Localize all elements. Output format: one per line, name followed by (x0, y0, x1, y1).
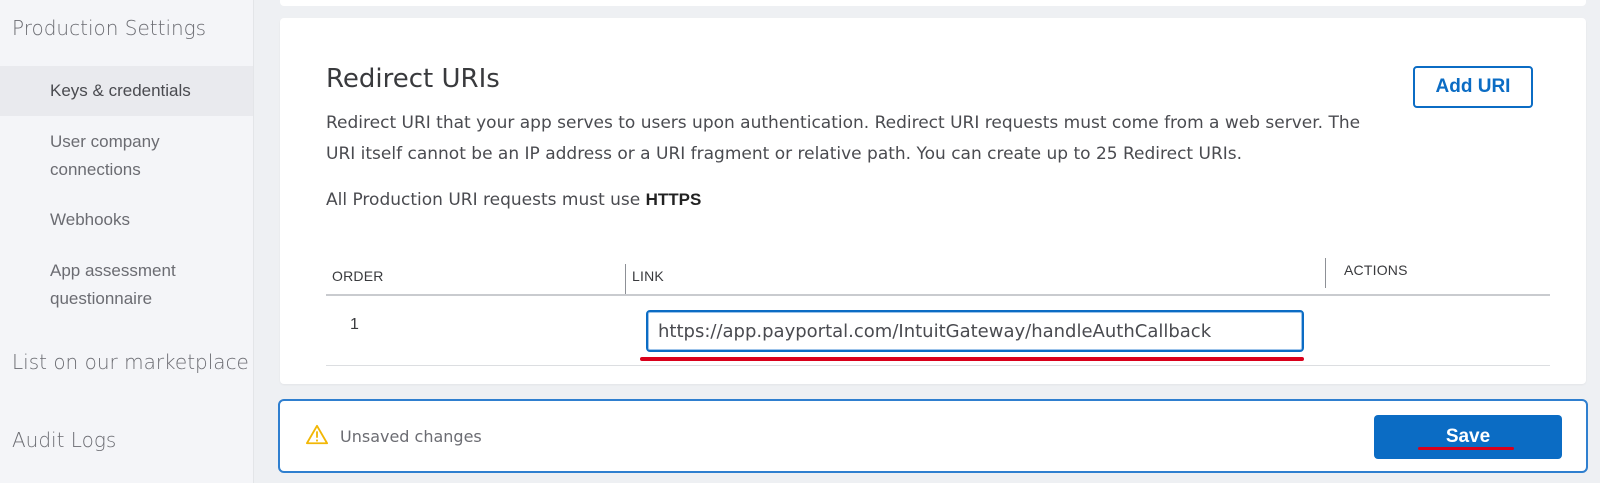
sidebar-item-label: connections (50, 160, 141, 179)
save-button[interactable]: Save (1374, 415, 1562, 459)
description-text: Redirect URI that your app serves to use… (326, 113, 1361, 164)
redirect-uri-table: ORDER LINK ACTIONS 1 (326, 240, 1550, 366)
page-title: Redirect URIs (326, 64, 500, 94)
table-header: ORDER LINK ACTIONS (326, 240, 1550, 296)
sidebar-item-label: App assessment (50, 261, 176, 280)
https-requirement: All Production URI requests must use HTT… (326, 190, 701, 210)
sidebar-item-webhooks[interactable]: Webhooks (0, 206, 253, 234)
table-row: 1 (326, 296, 1550, 366)
redirect-uri-input[interactable] (646, 310, 1304, 352)
order-cell: 1 (350, 316, 359, 333)
column-divider[interactable] (1325, 258, 1326, 288)
sidebar: Production Settings Keys & credentials U… (0, 0, 254, 483)
sidebar-section-marketplace[interactable]: List on our marketplace (12, 350, 249, 374)
add-uri-button[interactable]: Add URI (1413, 66, 1533, 108)
annotation-underline (1418, 447, 1514, 450)
sidebar-item-label: User company (50, 132, 160, 151)
previous-card-edge (280, 0, 1586, 6)
unsaved-changes-text: Unsaved changes (340, 427, 482, 446)
sidebar-item-user-company-connections[interactable]: User company connections (0, 128, 253, 184)
column-header-actions: ACTIONS (1344, 262, 1408, 278)
https-keyword: HTTPS (645, 190, 702, 209)
annotation-underline (640, 357, 1304, 361)
column-divider[interactable] (625, 264, 626, 294)
sidebar-item-label: questionnaire (50, 289, 153, 308)
sidebar-item-keys-credentials[interactable]: Keys & credentials (0, 66, 253, 116)
redirect-uris-card: Redirect URIs Add URI Redirect URI that … (280, 18, 1586, 384)
column-header-order[interactable]: ORDER (332, 268, 384, 284)
https-prefix-text: All Production URI requests must use (326, 190, 641, 210)
sidebar-item-label: Webhooks (50, 210, 131, 229)
sidebar-item-label: Keys & credentials (50, 81, 191, 100)
warning-triangle-icon (306, 424, 328, 445)
column-header-link[interactable]: LINK (632, 268, 664, 284)
unsaved-changes-bar: Unsaved changes Save (278, 399, 1588, 473)
sidebar-section-audit-logs[interactable]: Audit Logs (12, 428, 116, 452)
sidebar-item-app-assessment[interactable]: App assessment questionnaire (0, 257, 253, 313)
sidebar-section-production-settings[interactable]: Production Settings (12, 16, 206, 40)
